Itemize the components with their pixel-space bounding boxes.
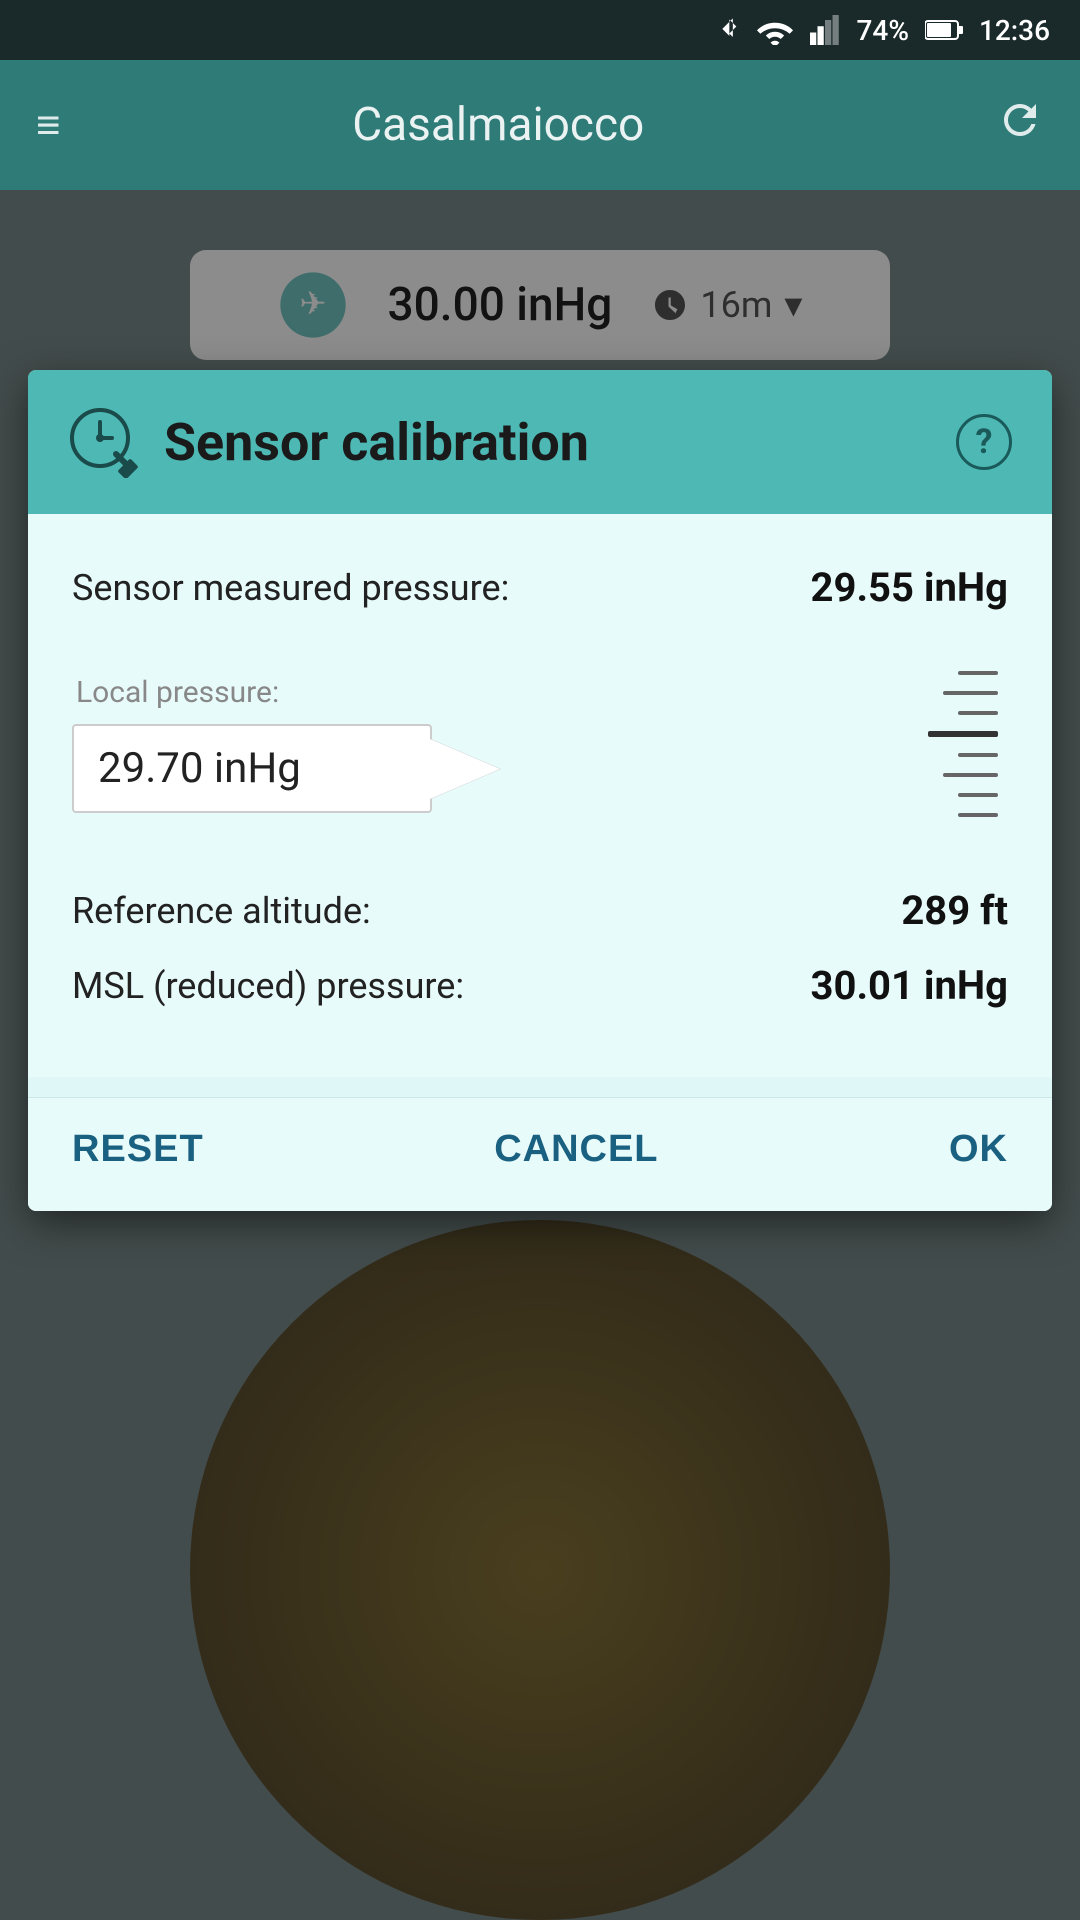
reference-altitude-row: Reference altitude: 289 ft bbox=[72, 887, 1008, 934]
cancel-button[interactable]: CANCEL bbox=[494, 1128, 658, 1171]
local-pressure-input[interactable]: 29.70 inHg bbox=[72, 724, 432, 813]
tick-2 bbox=[943, 691, 998, 695]
dialog-title: Sensor calibration bbox=[164, 412, 932, 473]
msl-pressure-row: MSL (reduced) pressure: 30.01 inHg bbox=[72, 962, 1008, 1009]
wifi-icon bbox=[757, 15, 793, 45]
signal-icon bbox=[809, 15, 841, 45]
tick-8 bbox=[958, 813, 998, 817]
local-pressure-picker-area: Local pressure: 29.70 inHg bbox=[72, 671, 1008, 817]
reference-altitude-value: 289 ft bbox=[901, 887, 1008, 934]
app-bar: ≡ Casalmaiocco bbox=[0, 60, 1080, 190]
status-icons: 74% 12:36 bbox=[713, 12, 1051, 48]
picker-input-container: 29.70 inHg bbox=[72, 724, 898, 813]
scroll-ticks[interactable] bbox=[928, 671, 1008, 817]
tick-3 bbox=[958, 711, 998, 715]
menu-icon[interactable]: ≡ bbox=[36, 101, 61, 150]
tick-6 bbox=[943, 773, 998, 777]
sensor-calibration-icon bbox=[68, 406, 140, 478]
battery-icon bbox=[925, 19, 963, 41]
local-pressure-label: Local pressure: bbox=[76, 675, 898, 710]
sensor-pressure-value: 29.55 inHg bbox=[811, 564, 1008, 611]
battery-percent: 74% bbox=[857, 14, 909, 47]
help-icon[interactable]: ? bbox=[956, 414, 1012, 470]
dialog-header: Sensor calibration ? bbox=[28, 370, 1052, 514]
sensor-pressure-row: Sensor measured pressure: 29.55 inHg bbox=[72, 564, 1008, 611]
dialog-body: Sensor measured pressure: 29.55 inHg Loc… bbox=[28, 514, 1052, 1077]
status-bar: 74% 12:36 bbox=[0, 0, 1080, 60]
background-area: ✈ 30.00 inHg 16m ▾ Sensor calibration bbox=[0, 190, 1080, 1920]
tick-1 bbox=[958, 671, 998, 675]
refresh-icon[interactable] bbox=[996, 96, 1044, 155]
reset-button[interactable]: RESET bbox=[72, 1128, 204, 1171]
dialog-buttons: RESET CANCEL OK bbox=[28, 1097, 1052, 1211]
picker-left: Local pressure: 29.70 inHg bbox=[72, 675, 898, 813]
tick-selected bbox=[928, 731, 998, 737]
tick-5 bbox=[958, 753, 998, 757]
app-title: Casalmaiocco bbox=[91, 98, 906, 152]
reference-altitude-label: Reference altitude: bbox=[72, 890, 371, 932]
ok-button[interactable]: OK bbox=[949, 1128, 1008, 1171]
tick-7 bbox=[958, 793, 998, 797]
msl-pressure-value: 30.01 inHg bbox=[811, 962, 1008, 1009]
time-display: 12:36 bbox=[979, 14, 1050, 47]
bluetooth-icon bbox=[713, 12, 741, 48]
sensor-calibration-dialog: Sensor calibration ? Sensor measured pre… bbox=[28, 370, 1052, 1211]
msl-pressure-label: MSL (reduced) pressure: bbox=[72, 965, 464, 1007]
sensor-pressure-label: Sensor measured pressure: bbox=[72, 567, 509, 609]
picker-arrow bbox=[430, 739, 500, 799]
